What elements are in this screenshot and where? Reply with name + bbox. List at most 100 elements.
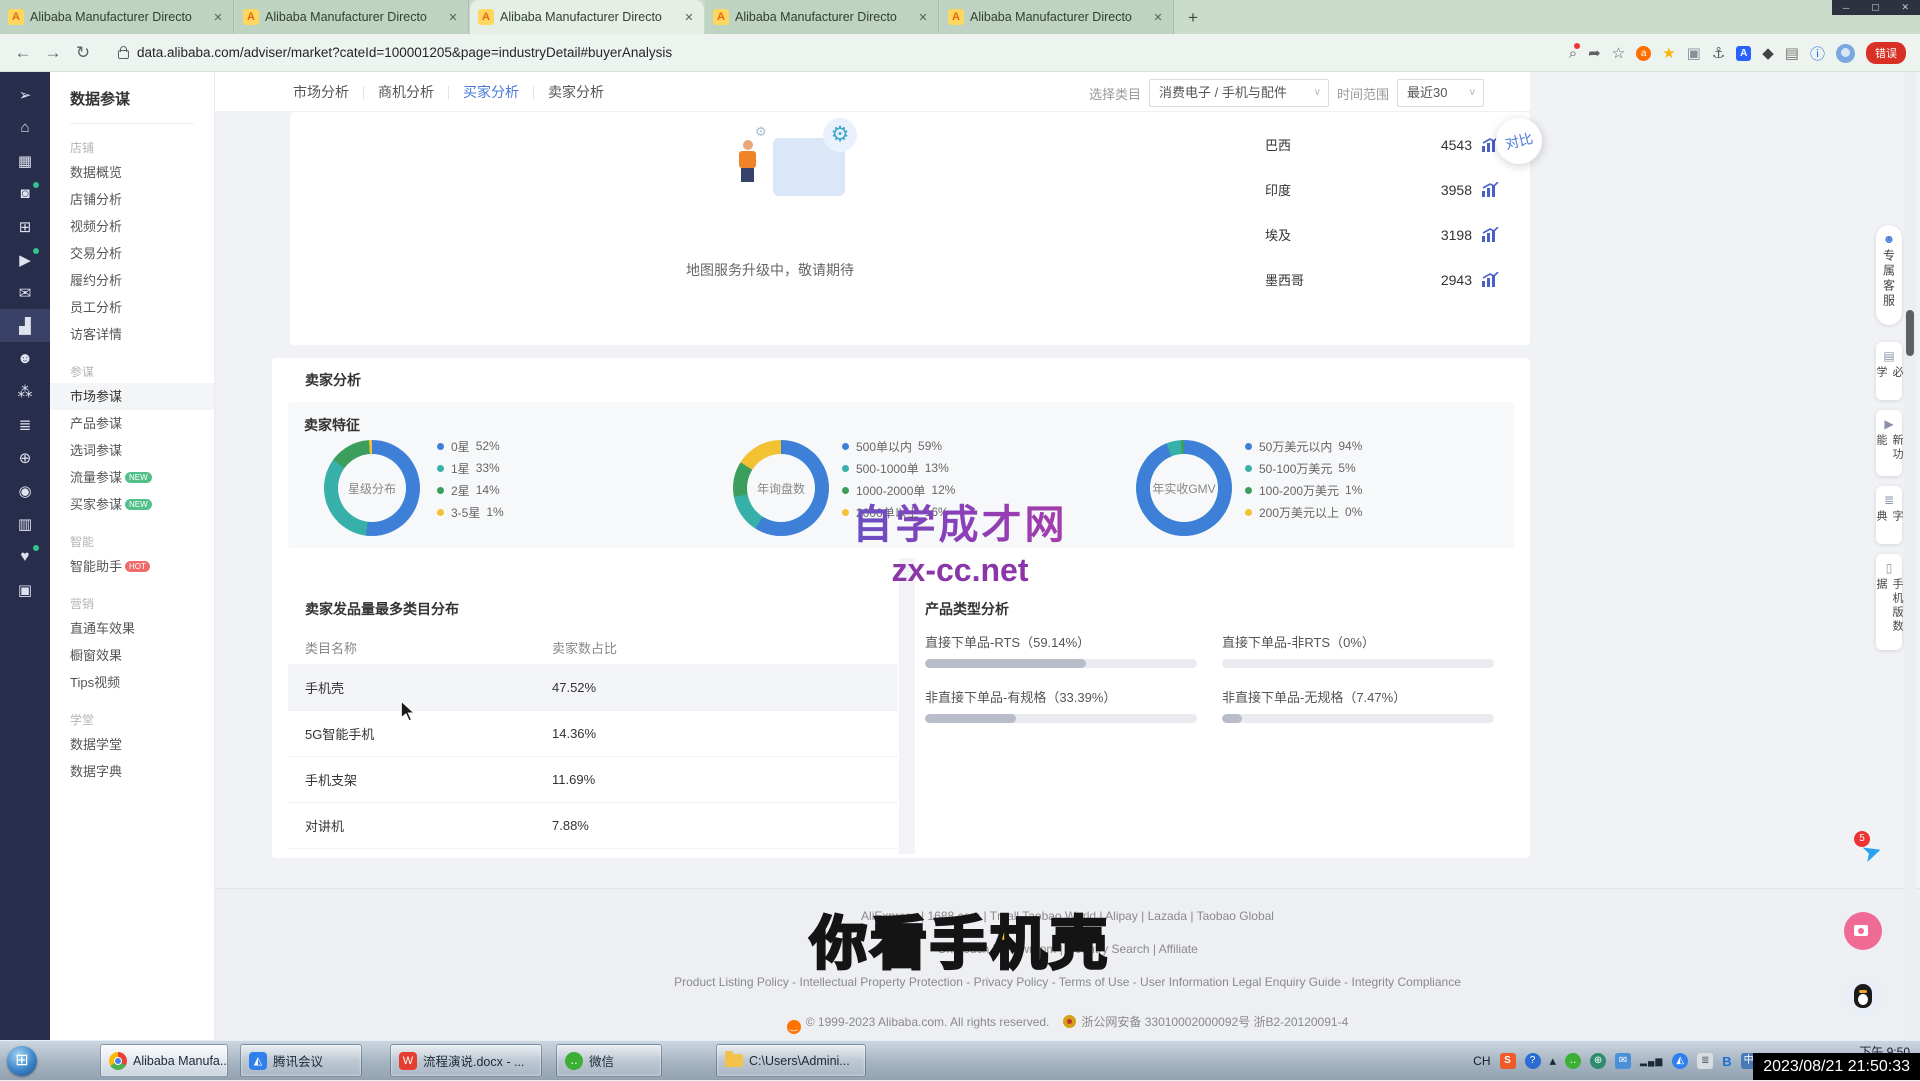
sidebar-item[interactable]: 数据学堂	[50, 731, 214, 758]
help-icon[interactable]: ?	[1525, 1053, 1541, 1069]
start-button[interactable]: ⊞	[7, 1046, 37, 1076]
bar-chart-icon[interactable]: ▟	[0, 309, 50, 342]
taskbar-wps-button[interactable]: W 流程演说.docx - ...	[390, 1044, 542, 1077]
sidebar-item-market-advisor[interactable]: 市场参谋	[50, 383, 214, 410]
extension-doc-icon[interactable]: ▤	[1785, 44, 1799, 62]
shortcut-mobile-data[interactable]: ▯ 手机版数据	[1876, 554, 1902, 650]
meeting-tray-icon[interactable]: ◭	[1672, 1053, 1688, 1069]
tab-market-analysis[interactable]: 市场分析	[293, 82, 349, 102]
clipboard-icon[interactable]: ≣	[0, 408, 50, 441]
extension-image-icon[interactable]: ▣	[1687, 44, 1701, 62]
category-select[interactable]: 消费电子 / 手机与配件∨	[1149, 79, 1329, 107]
shield-icon[interactable]: ◙	[0, 177, 50, 210]
extension-lion-icon[interactable]: a	[1636, 46, 1651, 61]
message-bird-widget[interactable]: 5 ➤	[1862, 838, 1896, 872]
globe-icon[interactable]: ⊕	[0, 441, 50, 474]
country-row[interactable]: 墨西哥 2943	[1265, 257, 1500, 302]
shortcut-must-learn[interactable]: ▤ 必学	[1876, 342, 1902, 400]
browser-tab[interactable]: A Alibaba Manufacturer Directo ✕	[940, 0, 1174, 34]
tab-buyer-analysis[interactable]: 买家分析	[463, 82, 519, 102]
chat-icon[interactable]: ✉	[0, 276, 50, 309]
clipboard-icon[interactable]: ≣	[1697, 1053, 1713, 1069]
live-camera-widget[interactable]	[1844, 912, 1882, 950]
wechat-tray-icon[interactable]: ‥	[1565, 1053, 1581, 1069]
taskbar-wechat-button[interactable]: ‥ 微信	[556, 1044, 662, 1077]
shortcut-new-features[interactable]: ▶ 新功能	[1876, 410, 1902, 476]
paper-plane-icon[interactable]: ➢	[0, 78, 50, 111]
minimize-icon[interactable]: ─	[1843, 3, 1849, 13]
storefront-icon[interactable]: ▦	[0, 144, 50, 177]
address-bar[interactable]: data.alibaba.com/adviser/market?cateId=1…	[104, 45, 1434, 60]
trend-chart-icon[interactable]	[1481, 272, 1500, 287]
zoom-icon[interactable]: ⌕	[1569, 45, 1577, 62]
browser-error-badge[interactable]: 错误	[1866, 42, 1906, 64]
trend-chart-icon[interactable]	[1481, 227, 1500, 242]
scrollbar-track[interactable]	[1904, 72, 1916, 1040]
share-icon[interactable]: ⁂	[0, 375, 50, 408]
ime-language[interactable]: CH	[1473, 1054, 1490, 1068]
share-icon[interactable]: ➦	[1588, 44, 1601, 62]
country-row[interactable]: 巴西 4543	[1265, 122, 1500, 167]
users-icon[interactable]: ☻	[0, 342, 50, 375]
signal-icon[interactable]: ▂▄▆	[1640, 1056, 1663, 1067]
sidebar-item[interactable]: Tips视频	[50, 669, 214, 696]
forward-icon[interactable]: →	[38, 43, 68, 63]
browser-tab-active[interactable]: A Alibaba Manufacturer Directo ✕	[470, 0, 704, 34]
sidebar-item[interactable]: 交易分析	[50, 240, 214, 267]
url-text[interactable]: data.alibaba.com/adviser/market?cateId=1…	[137, 45, 672, 60]
taskbar-chrome-button[interactable]: Alibaba Manufa...	[100, 1044, 228, 1077]
scrollbar-thumb[interactable]	[1906, 310, 1914, 356]
qq-penguin-widget[interactable]	[1844, 978, 1882, 1016]
sidebar-item[interactable]: 橱窗效果	[50, 642, 214, 669]
reload-icon[interactable]: ↻	[68, 43, 98, 63]
close-icon[interactable]: ✕	[1902, 2, 1910, 13]
tab-opportunity-analysis[interactable]: 商机分析	[378, 82, 434, 102]
tab-close-icon[interactable]: ✕	[916, 11, 930, 24]
extension-translate-icon[interactable]: A	[1736, 46, 1751, 61]
extension-pin-icon[interactable]: ◆	[1762, 44, 1774, 62]
table-row[interactable]: 手机支架 11.69%	[288, 757, 898, 803]
new-tab-button[interactable]: +	[1182, 7, 1204, 29]
table-row[interactable]: 对讲机 7.88%	[288, 803, 898, 849]
sidebar-item[interactable]: 视频分析	[50, 213, 214, 240]
sogou-icon[interactable]: S	[1500, 1053, 1516, 1069]
taskbar-meeting-button[interactable]: ◭ 腾讯会议	[240, 1044, 362, 1077]
customer-service-widget[interactable]: ☻ 专属客服	[1876, 225, 1902, 325]
home-icon[interactable]: ⌂	[0, 111, 50, 144]
sidebar-item[interactable]: 产品参谋	[50, 410, 214, 437]
shortcut-dictionary[interactable]: ≣ 字典	[1876, 486, 1902, 544]
profile-avatar[interactable]	[1836, 44, 1855, 63]
sidebar-item[interactable]: 访客详情	[50, 321, 214, 348]
extension-info-icon[interactable]: ⓘ	[1810, 43, 1825, 64]
footer-links[interactable]: AliExpress | 1688.com | Tmall Taobao Wor…	[215, 909, 1920, 923]
heart-icon[interactable]: ♥	[0, 540, 50, 573]
trend-chart-icon[interactable]	[1481, 182, 1500, 197]
video-icon[interactable]: ▶	[0, 243, 50, 276]
country-row[interactable]: 印度 3958	[1265, 167, 1500, 212]
mail-icon[interactable]: ✉	[1615, 1053, 1631, 1069]
sidebar-item[interactable]: 履约分析	[50, 267, 214, 294]
bluetooth-icon[interactable]: B	[1722, 1054, 1731, 1069]
browser-tab[interactable]: A Alibaba Manufacturer Directo ✕	[235, 0, 469, 34]
time-range-select[interactable]: 最近30天∨	[1397, 79, 1484, 107]
table-row[interactable]: 5G智能手机 14.36%	[288, 711, 898, 757]
maximize-icon[interactable]: ▢	[1871, 2, 1880, 13]
table-row[interactable]: 手机壳 47.52%	[288, 665, 898, 711]
country-row[interactable]: 埃及 3198	[1265, 212, 1500, 257]
extension-star-icon[interactable]: ★	[1662, 44, 1675, 62]
footer-links[interactable]: Onetouch | Showroom | Country Search | A…	[215, 942, 1920, 956]
sidebar-item[interactable]: 店铺分析	[50, 186, 214, 213]
tab-close-icon[interactable]: ✕	[1151, 11, 1165, 24]
briefcase-icon[interactable]: ▣	[0, 573, 50, 606]
sidebar-item[interactable]: 智能助手HOT	[50, 553, 214, 580]
bookmark-star-icon[interactable]: ☆	[1612, 44, 1625, 62]
sidebar-item[interactable]: 员工分析	[50, 294, 214, 321]
sidebar-item[interactable]: 直通车效果	[50, 615, 214, 642]
apps-icon[interactable]: ⊞	[0, 210, 50, 243]
sidebar-item[interactable]: 选词参谋	[50, 437, 214, 464]
tab-seller-analysis[interactable]: 卖家分析	[548, 82, 604, 102]
bank-icon[interactable]: ▥	[0, 507, 50, 540]
network-globe-icon[interactable]: ⊕	[1590, 1053, 1606, 1069]
bell-icon[interactable]: ◉	[0, 474, 50, 507]
tab-close-icon[interactable]: ✕	[211, 11, 225, 24]
